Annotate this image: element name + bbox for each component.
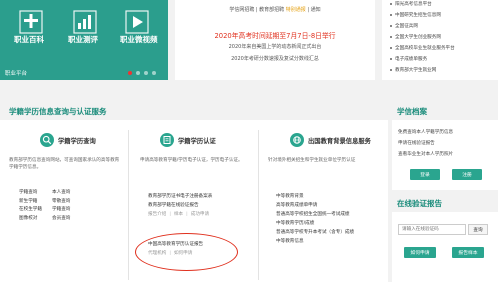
divider — [258, 130, 259, 280]
col1-link-grid: 学籍查询 本人查询 新生学籍 零散查询 在校生学籍 学籍查询 图像校对 会员查询 — [19, 189, 92, 221]
related-links-panel: 阳光高考信息平台 中国研究生招生信息网 全国征兵网 全国大学生创业服务网 全国高… — [382, 0, 498, 80]
overseas-service-link[interactable]: 高等教育成绩单申请 — [276, 202, 354, 211]
career-video-label: 职业微视频 — [120, 35, 158, 44]
archive-line: 查看毕业生对本人学历照片 — [398, 152, 454, 157]
registration-record-link[interactable]: 教育部学历证书电子注册备案表 — [148, 193, 212, 202]
student-status-query-link[interactable]: 学籍查询 — [19, 189, 52, 195]
verify-panel: 查询 如何申请 报告样本 — [392, 212, 498, 282]
news-notice-link[interactable]: | 通知 — [306, 7, 320, 13]
member-query-link[interactable]: 会员查询 — [52, 215, 92, 221]
col2-header: 学籍学历认证 — [160, 133, 216, 147]
col3-title: 出国教育背景信息服务 — [308, 137, 371, 145]
career-wiki-label: 职业百科 — [14, 35, 44, 44]
certificate-icon — [160, 133, 174, 147]
col2-title: 学籍学历认证 — [178, 137, 216, 145]
login-button[interactable]: 登录 — [410, 169, 440, 180]
freshman-status-link[interactable]: 新生学籍 — [19, 198, 52, 204]
news-special-link[interactable]: 特别通报 — [286, 7, 306, 13]
online-verification-link[interactable]: 教育部学籍在线验证报告 — [148, 202, 212, 211]
enrolled-status-link[interactable]: 在校生学籍 — [19, 206, 52, 212]
sample-link[interactable]: 样本 — [174, 212, 183, 217]
carousel-dot[interactable] — [152, 71, 156, 75]
career-test-label: 职业测评 — [68, 35, 98, 44]
verify-title: 在线验证报告 — [397, 199, 442, 208]
apply-success-link[interactable]: 成功申请 — [191, 212, 209, 217]
archive-panel: 免费查询本人学籍学历信息 申请在线验证报告 查看毕业生对本人学历照片 登录 注册 — [392, 120, 498, 190]
self-query-link[interactable]: 本人查询 — [52, 189, 92, 195]
section-title: 学籍学历信息查询与认证服务 — [9, 107, 107, 116]
casual-query-link[interactable]: 零散查询 — [52, 198, 92, 204]
col3-link-list: 中等教育背景 高等教育成绩单申请 普通高等学校招生全国统一考试成绩 中等教育学历… — [276, 193, 354, 247]
related-link[interactable]: 中国研究生招生信息网 — [390, 12, 441, 18]
verify-code-input[interactable] — [398, 224, 466, 235]
status-query-link[interactable]: 学籍查询 — [52, 206, 92, 212]
report-intro-link[interactable]: 报告介绍 — [148, 212, 166, 217]
how-to-apply-button[interactable]: 如何申请 — [404, 247, 436, 258]
report-sub-links: 报告介绍 | 样本 | 成功申请 — [148, 212, 210, 217]
news-headline[interactable]: 2020年高考时间延期至7月7日-8日举行 — [175, 30, 375, 40]
highlighted-cert: 中国高等教育学历认证报告 代理机构 | 如何申请 — [148, 241, 203, 259]
divider — [128, 130, 129, 280]
news-top-links[interactable]: 学信网招聘 | 教育部招聘 — [229, 7, 284, 13]
overseas-service-link[interactable]: 中等教育学历/成绩 — [276, 220, 354, 229]
related-link[interactable]: 阳光高考信息平台 — [390, 1, 432, 7]
col2-link-list: 教育部学历证书电子注册备案表 教育部学籍在线验证报告 报告介绍 | 样本 | 成功申请 — [148, 193, 212, 220]
overseas-service-link[interactable]: 中等教育背景 — [276, 193, 354, 202]
register-button[interactable]: 注册 — [452, 169, 482, 180]
overseas-service-link[interactable]: 中等教育信息 — [276, 238, 354, 247]
col3-header: 出国教育背景信息服务 — [290, 133, 371, 147]
news-item[interactable]: 2020年来自美国上学的动态新闻正式出台 — [175, 43, 375, 50]
higher-education-cert-link[interactable]: 中国高等教育学历认证报告 — [148, 241, 203, 250]
report-sample-button[interactable]: 报告样本 — [452, 247, 484, 258]
archive-line: 申请在线验证报告 — [398, 141, 435, 146]
cert-sub-links: 代理机构 | 如何申请 — [148, 251, 193, 256]
carousel-dot[interactable] — [144, 71, 148, 75]
carousel-dot[interactable] — [136, 71, 140, 75]
carousel-dot[interactable] — [128, 71, 132, 75]
how-to-apply-link[interactable]: 如何申请 — [174, 251, 192, 256]
news-panel: 学信网招聘 | 教育部招聘 特别通报 | 通知 2020年高考时间延期至7月7日… — [175, 0, 375, 80]
related-link[interactable]: 全国高校毕业生就业服务平台 — [390, 45, 455, 51]
news-item[interactable]: 2020年考研分数速报及复试分数线汇总 — [175, 55, 375, 62]
col3-description: 针对境外相关招生和学生就业单位学历认证 — [268, 158, 356, 163]
career-platform-label: 职业平台 — [5, 71, 28, 77]
plus-icon — [19, 10, 43, 34]
agency-link[interactable]: 代理机构 — [148, 251, 166, 256]
career-banner[interactable]: 职业百科 职业测评 职业微视频 职业平台 — [0, 0, 168, 80]
related-link[interactable]: 电子成绩单服务 — [390, 56, 427, 62]
col1-header: 学籍学历查询 — [40, 133, 96, 147]
archive-title: 学信档案 — [397, 107, 427, 116]
overseas-service-link[interactable]: 普通高等学校招生全国统一考试成绩 — [276, 211, 354, 220]
related-link[interactable]: 教育部大学生就业网 — [390, 67, 436, 73]
news-top-line: 学信网招聘 | 教育部招聘 特别通报 | 通知 — [175, 6, 375, 13]
carousel-dots — [128, 71, 156, 75]
col2-description: 申请高等教育学籍/学历电子认证，学历电子认证。 — [140, 158, 243, 163]
col1-title: 学籍学历查询 — [58, 137, 96, 145]
photo-check-link[interactable]: 图像校对 — [19, 215, 52, 221]
query-button[interactable]: 查询 — [468, 224, 488, 235]
related-link[interactable]: 全国征兵网 — [390, 23, 418, 29]
search-icon — [40, 133, 54, 147]
chart-icon — [73, 10, 97, 34]
archive-line: 免费查询本人学籍学历信息 — [398, 130, 454, 135]
related-link[interactable]: 全国大学生创业服务网 — [390, 34, 441, 40]
career-video-tile[interactable] — [120, 8, 154, 35]
career-wiki-tile[interactable] — [14, 8, 48, 35]
col1-description: 教育部学历信息查询网站，可查询国家承认的高等教育学籍学历信息。 — [9, 158, 120, 170]
overseas-service-link[interactable]: 普通高等学校专升本考试（含专）成绩 — [276, 229, 354, 238]
services-panel: 学籍学历查询 教育部学历信息查询网站，可查询国家承认的高等教育学籍学历信息。 学… — [0, 120, 388, 282]
globe-icon — [290, 133, 304, 147]
play-icon — [125, 10, 149, 34]
career-test-tile[interactable] — [68, 8, 102, 35]
